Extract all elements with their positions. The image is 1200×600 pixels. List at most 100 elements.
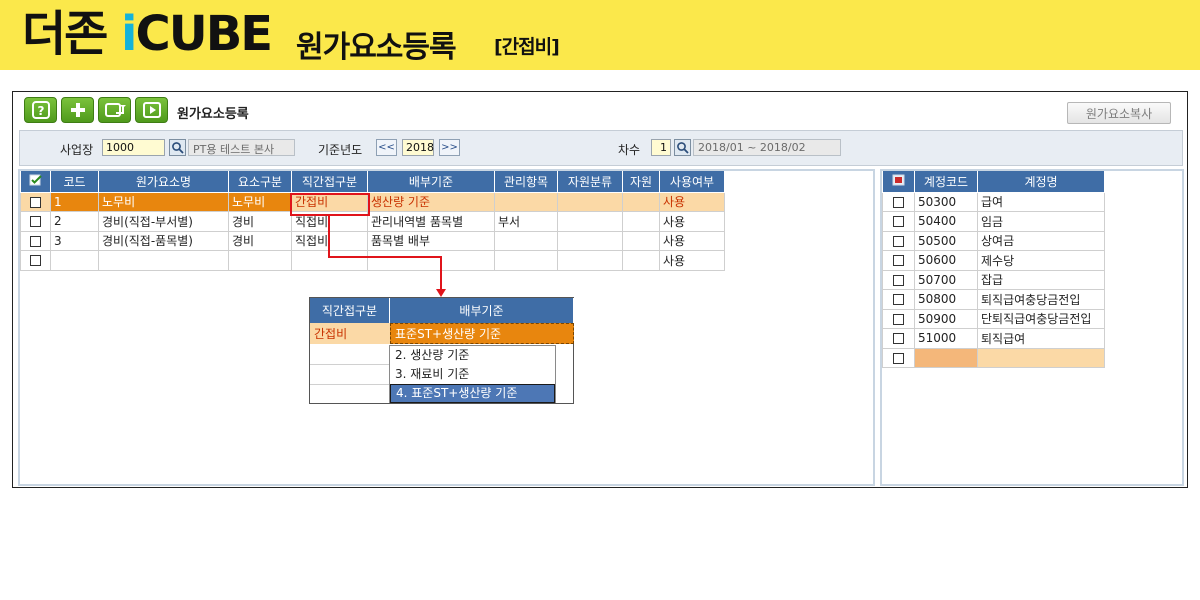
cell-name[interactable]: 노무비: [98, 191, 229, 212]
cell-account-code[interactable]: 50900: [914, 308, 978, 329]
table-row[interactable]: 50600 제수당: [882, 250, 1105, 271]
table-row[interactable]: 50500 상여금: [882, 230, 1105, 251]
table-row[interactable]: 50700 잡급: [882, 269, 1105, 290]
cell-resource[interactable]: [622, 230, 660, 251]
cell-account-code[interactable]: 50800: [914, 289, 978, 310]
cell-use[interactable]: 사용: [659, 211, 725, 232]
cell-use[interactable]: 사용: [659, 191, 725, 212]
table-row[interactable]: 50300 급여: [882, 191, 1105, 212]
cell-account-name[interactable]: 상여금: [977, 230, 1105, 251]
col-use[interactable]: 사용여부: [659, 171, 725, 193]
cell-account-name[interactable]: 단퇴직급여충당금전입: [977, 308, 1105, 329]
cell-basis[interactable]: 품목별 배부: [367, 230, 495, 251]
cell-account-code[interactable]: 50500: [914, 230, 978, 251]
select-all-checkbox[interactable]: [882, 171, 915, 193]
cell-item[interactable]: [494, 230, 558, 251]
table-row[interactable]: 51000 퇴직급여: [882, 328, 1105, 349]
cell-resource[interactable]: [622, 250, 660, 271]
row-checkbox[interactable]: [882, 308, 915, 329]
basis-option[interactable]: 3. 재료비 기준: [390, 365, 555, 384]
run-button[interactable]: [135, 97, 168, 123]
table-row[interactable]: [882, 347, 1105, 368]
basis-option-selected[interactable]: 4. 표준ST+생산량 기준: [390, 384, 555, 403]
cell-code[interactable]: 2: [50, 211, 99, 232]
col-account-code[interactable]: 계정코드: [914, 171, 978, 193]
cell-name[interactable]: [98, 250, 229, 271]
col-type[interactable]: 요소구분: [228, 171, 292, 193]
cell-resource-class[interactable]: [557, 230, 623, 251]
cell-item[interactable]: [494, 191, 558, 212]
cell-code[interactable]: 1: [50, 191, 99, 212]
table-row[interactable]: 3 경비(직접-품목별) 경비 직접비 품목별 배부 사용: [20, 230, 725, 251]
sequence-input[interactable]: 1: [651, 139, 671, 156]
cell-account-code[interactable]: 50600: [914, 250, 978, 271]
cell-basis[interactable]: 생산량 기준: [367, 191, 495, 212]
row-checkbox[interactable]: [20, 230, 51, 251]
col-name[interactable]: 원가요소명: [98, 171, 229, 193]
sequence-search-button[interactable]: [674, 139, 691, 156]
col-basis[interactable]: 배부기준: [367, 171, 495, 193]
cell-use[interactable]: 사용: [659, 230, 725, 251]
table-row[interactable]: 2 경비(직접-부서별) 경비 직접비 관리내역별 품목별 부서 사용: [20, 211, 725, 232]
cell-type[interactable]: 경비: [228, 230, 292, 251]
cell-resource-class[interactable]: [557, 250, 623, 271]
row-checkbox[interactable]: [882, 347, 915, 368]
cell-name[interactable]: 경비(직접-부서별): [98, 211, 229, 232]
cell-item[interactable]: [494, 250, 558, 271]
cell-resource[interactable]: [622, 191, 660, 212]
cell-type[interactable]: 노무비: [228, 191, 292, 212]
table-row[interactable]: 사용: [20, 250, 725, 271]
cell-basis[interactable]: [367, 250, 495, 271]
row-checkbox[interactable]: [882, 250, 915, 271]
copy-cost-element-button[interactable]: 원가요소복사: [1067, 102, 1171, 124]
row-checkbox[interactable]: [882, 230, 915, 251]
cell-use[interactable]: 사용: [659, 250, 725, 271]
cell-account-name[interactable]: [977, 347, 1105, 368]
cell-type[interactable]: [228, 250, 292, 271]
table-row[interactable]: 50900 단퇴직급여충당금전입: [882, 308, 1105, 329]
cell-account-code[interactable]: 50700: [914, 269, 978, 290]
cell-resource-class[interactable]: [557, 211, 623, 232]
select-all-checkbox[interactable]: [20, 171, 51, 193]
table-row[interactable]: 50400 임금: [882, 211, 1105, 232]
basis-option[interactable]: 2. 생산량 기준: [390, 346, 555, 365]
cell-account-name[interactable]: 퇴직급여충당금전입: [977, 289, 1105, 310]
cell-account-code[interactable]: 51000: [914, 328, 978, 349]
cell-account-name[interactable]: 임금: [977, 211, 1105, 232]
site-code-input[interactable]: 1000: [102, 139, 165, 156]
cell-account-name[interactable]: 잡급: [977, 269, 1105, 290]
site-search-button[interactable]: [169, 139, 186, 156]
row-checkbox[interactable]: [882, 269, 915, 290]
cell-account-code[interactable]: 50300: [914, 191, 978, 212]
row-checkbox[interactable]: [882, 328, 915, 349]
cell-item[interactable]: 부서: [494, 211, 558, 232]
row-checkbox[interactable]: [882, 191, 915, 212]
col-direct[interactable]: 직간접구분: [291, 171, 368, 193]
col-item[interactable]: 관리항목: [494, 171, 558, 193]
cell-account-name[interactable]: 제수당: [977, 250, 1105, 271]
col-resource[interactable]: 자원: [622, 171, 660, 193]
row-checkbox[interactable]: [20, 191, 51, 212]
row-checkbox[interactable]: [20, 211, 51, 232]
cell-type[interactable]: 경비: [228, 211, 292, 232]
next-year-button[interactable]: >>: [439, 139, 460, 156]
add-button[interactable]: [61, 97, 94, 123]
cell-code[interactable]: [50, 250, 99, 271]
cell-account-code[interactable]: [914, 347, 978, 368]
zoom-basis-select[interactable]: 표준ST+생산량 기준: [390, 323, 574, 344]
row-checkbox[interactable]: [882, 289, 915, 310]
year-input[interactable]: 2018: [402, 139, 434, 156]
col-code[interactable]: 코드: [50, 171, 99, 193]
table-row[interactable]: 50800 퇴직급여충당금전입: [882, 289, 1105, 310]
cell-account-name[interactable]: 급여: [977, 191, 1105, 212]
cell-name[interactable]: 경비(직접-품목별): [98, 230, 229, 251]
table-row[interactable]: 1 노무비 노무비 간접비 생산량 기준 사용: [20, 191, 725, 212]
help-button[interactable]: ?: [24, 97, 57, 123]
row-checkbox[interactable]: [20, 250, 51, 271]
zoom-direct-cell[interactable]: 간접비: [310, 323, 390, 344]
cell-code[interactable]: 3: [50, 230, 99, 251]
prev-year-button[interactable]: <<: [376, 139, 397, 156]
col-account-name[interactable]: 계정명: [977, 171, 1105, 193]
cell-resource-class[interactable]: [557, 191, 623, 212]
cell-basis[interactable]: 관리내역별 품목별: [367, 211, 495, 232]
